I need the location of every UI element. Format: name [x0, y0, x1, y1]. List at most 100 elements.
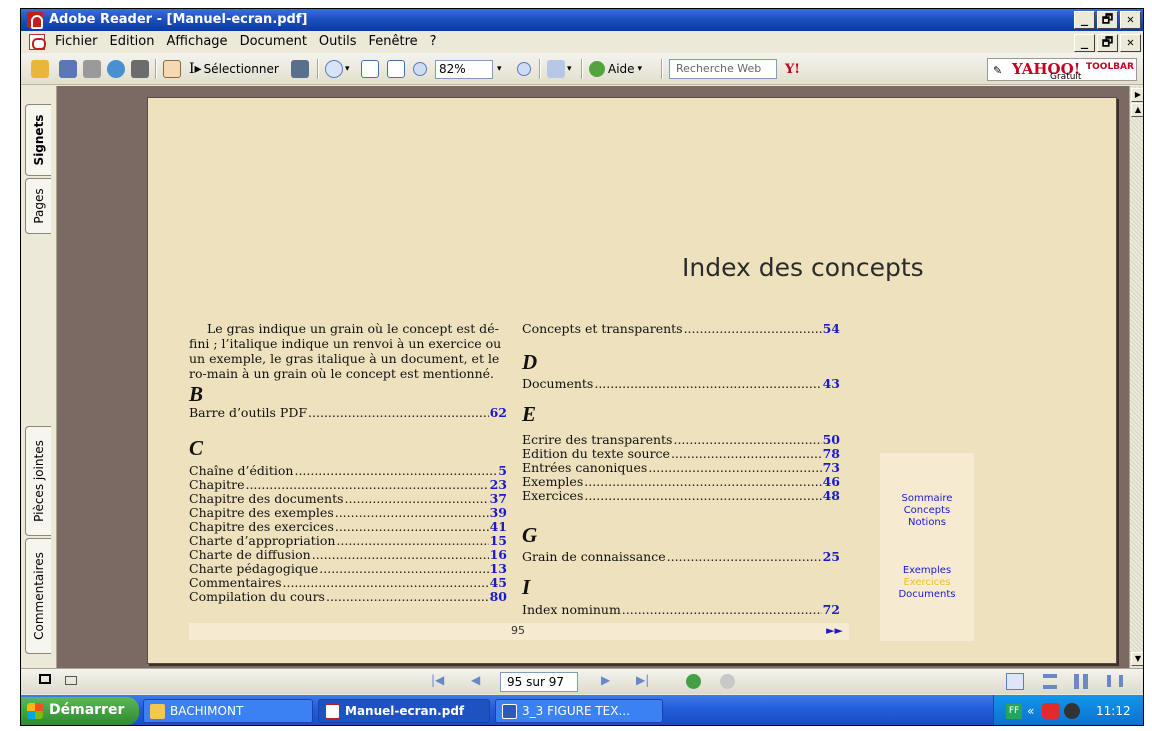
restore-button[interactable]: 🗗: [1097, 11, 1118, 29]
nav-link-notions[interactable]: Notions: [880, 517, 974, 529]
nav-link-documents[interactable]: Documents: [880, 589, 974, 601]
zoom-level-dropdown-icon[interactable]: ▾: [497, 64, 502, 74]
entry-page-link[interactable]: 50: [823, 433, 840, 446]
index-entry[interactable]: Exercices 48: [522, 489, 840, 502]
doc-minimize-button[interactable]: _: [1074, 34, 1095, 52]
zoom-dropdown-arrow-icon[interactable]: ▾: [345, 64, 350, 74]
tray-antivirus-icon[interactable]: [1042, 703, 1060, 719]
index-entry[interactable]: Edition du texte source 78: [522, 447, 840, 460]
binoculars-search-icon[interactable]: [131, 60, 149, 78]
index-entry[interactable]: Index nominum 72: [522, 603, 840, 616]
close-button[interactable]: ✕: [1120, 11, 1141, 29]
nav-link-concepts[interactable]: Concepts: [880, 505, 974, 517]
tab-commentaires[interactable]: Commentaires: [25, 538, 51, 654]
menu-document[interactable]: Document: [240, 34, 307, 49]
adobe-reader-icon[interactable]: [27, 12, 43, 29]
fit-page-icon[interactable]: [361, 60, 379, 78]
index-entry[interactable]: Ecrire des transparents 50: [522, 433, 840, 446]
index-entry[interactable]: Compilation du cours 80: [189, 590, 507, 603]
entry-page-link[interactable]: 5: [498, 464, 507, 477]
entry-page-link[interactable]: 46: [823, 475, 840, 488]
menu-edition[interactable]: Edition: [110, 34, 155, 49]
index-entry[interactable]: Charte pédagogique 13: [189, 562, 507, 575]
index-entry[interactable]: Chaîne d’édition 5: [189, 464, 507, 477]
doc-close-button[interactable]: ✕: [1120, 34, 1141, 52]
entry-page-link[interactable]: 78: [823, 447, 840, 460]
entry-page-link[interactable]: 39: [490, 506, 507, 519]
document-icon[interactable]: [29, 34, 46, 50]
pane-layout-icon[interactable]: [65, 676, 77, 685]
entry-page-link[interactable]: 15: [490, 534, 507, 547]
tab-signets[interactable]: Signets: [25, 104, 51, 176]
entry-page-link[interactable]: 23: [490, 478, 507, 491]
first-page-icon[interactable]: |◀: [431, 673, 444, 687]
continuous-view-icon[interactable]: [1043, 674, 1057, 689]
go-forward-icon[interactable]: [720, 674, 735, 689]
taskbar-item-word-document[interactable]: 3_3 FIGURE TEX...: [495, 699, 663, 723]
zoom-level-field[interactable]: 82%: [435, 59, 493, 79]
vertical-scrollbar[interactable]: ▶ ▲ ▼: [1129, 86, 1143, 668]
save-icon[interactable]: [59, 60, 77, 78]
tray-expand-chevron[interactable]: «: [1027, 704, 1034, 718]
index-entry[interactable]: Grain de connaissance 25: [522, 550, 840, 563]
web-search-input[interactable]: Recherche Web: [669, 59, 777, 79]
index-entry[interactable]: Charte de diffusion 16: [189, 548, 507, 561]
entry-page-link[interactable]: 73: [823, 461, 840, 474]
doc-restore-button[interactable]: 🗗: [1097, 34, 1118, 52]
select-tool-button[interactable]: I▸ Sélectionner: [189, 59, 279, 79]
page-number-field[interactable]: 95 sur 97: [500, 672, 578, 692]
next-page-icon[interactable]: ▶: [601, 673, 610, 687]
entry-page-link[interactable]: 41: [490, 520, 507, 533]
zoom-out-icon[interactable]: [413, 62, 427, 76]
single-page-view-icon[interactable]: [1006, 673, 1024, 690]
go-back-icon[interactable]: [686, 674, 701, 689]
entry-page-link[interactable]: 72: [823, 603, 840, 616]
nav-link-exemples[interactable]: Exemples: [880, 565, 974, 577]
pane-toggle-icon[interactable]: [39, 674, 51, 684]
scroll-up-arrow-icon[interactable]: ▲: [1131, 103, 1143, 117]
entry-page-link[interactable]: 62: [490, 406, 507, 419]
index-entry[interactable]: Chapitre 23: [189, 478, 507, 491]
continuous-facing-view-icon[interactable]: [1107, 675, 1123, 687]
index-entry[interactable]: Documents 43: [522, 377, 840, 390]
index-entry[interactable]: Charte d’appropriation 15: [189, 534, 507, 547]
menu-fenetre[interactable]: Fenêtre: [369, 34, 418, 49]
help-button[interactable]: Aide ▾: [589, 59, 642, 79]
taskbar-item-manuel-ecran[interactable]: Manuel-ecran.pdf: [318, 699, 490, 723]
hand-tool-icon[interactable]: [163, 60, 181, 78]
menu-fichier[interactable]: Fichier: [55, 34, 98, 49]
entry-page-link[interactable]: 48: [823, 489, 840, 502]
fit-width-icon[interactable]: [387, 60, 405, 78]
last-page-icon[interactable]: ▶|: [636, 673, 649, 687]
tab-pieces-jointes[interactable]: Pièces jointes: [25, 426, 51, 536]
entry-page-link[interactable]: 80: [490, 590, 507, 603]
page-layout-icon[interactable]: [547, 60, 565, 78]
tray-app-icon[interactable]: [1064, 703, 1080, 719]
yahoo-search-icon[interactable]: Y!: [785, 62, 800, 77]
entry-page-link[interactable]: 54: [823, 322, 840, 335]
index-entry[interactable]: Chapitre des documents 37: [189, 492, 507, 505]
minimize-button[interactable]: _: [1074, 11, 1095, 29]
zoom-in-icon[interactable]: [517, 62, 531, 76]
entry-page-link[interactable]: 37: [490, 492, 507, 505]
index-entry[interactable]: Barre d’outils PDF 62: [189, 406, 507, 419]
index-entry[interactable]: Entrées canoniques 73: [522, 461, 840, 474]
print-icon[interactable]: [83, 60, 101, 78]
snapshot-camera-icon[interactable]: [291, 60, 309, 78]
taskbar-item-bachimont[interactable]: BACHIMONT: [143, 699, 313, 723]
facing-view-icon[interactable]: [1074, 674, 1088, 689]
entry-page-link[interactable]: 25: [823, 550, 840, 563]
zoom-in-tool-icon[interactable]: [325, 60, 343, 78]
scroll-right-arrow-icon[interactable]: ▶: [1131, 88, 1143, 102]
index-entry[interactable]: Commentaires 45: [189, 576, 507, 589]
open-folder-icon[interactable]: [31, 60, 49, 78]
yahoo-toolbar-button[interactable]: ✎ YAHOO! TOOLBAR Gratuit: [987, 58, 1137, 82]
entry-page-link[interactable]: 16: [490, 548, 507, 561]
index-entry[interactable]: Concepts et transparents 54: [522, 322, 840, 335]
previous-page-icon[interactable]: ◀: [471, 673, 480, 687]
index-entry[interactable]: Exemples 46: [522, 475, 840, 488]
tab-pages[interactable]: Pages: [25, 178, 51, 234]
nav-link-exercices[interactable]: Exercices: [880, 577, 974, 589]
scroll-down-arrow-icon[interactable]: ▼: [1131, 652, 1143, 666]
entry-page-link[interactable]: 13: [490, 562, 507, 575]
